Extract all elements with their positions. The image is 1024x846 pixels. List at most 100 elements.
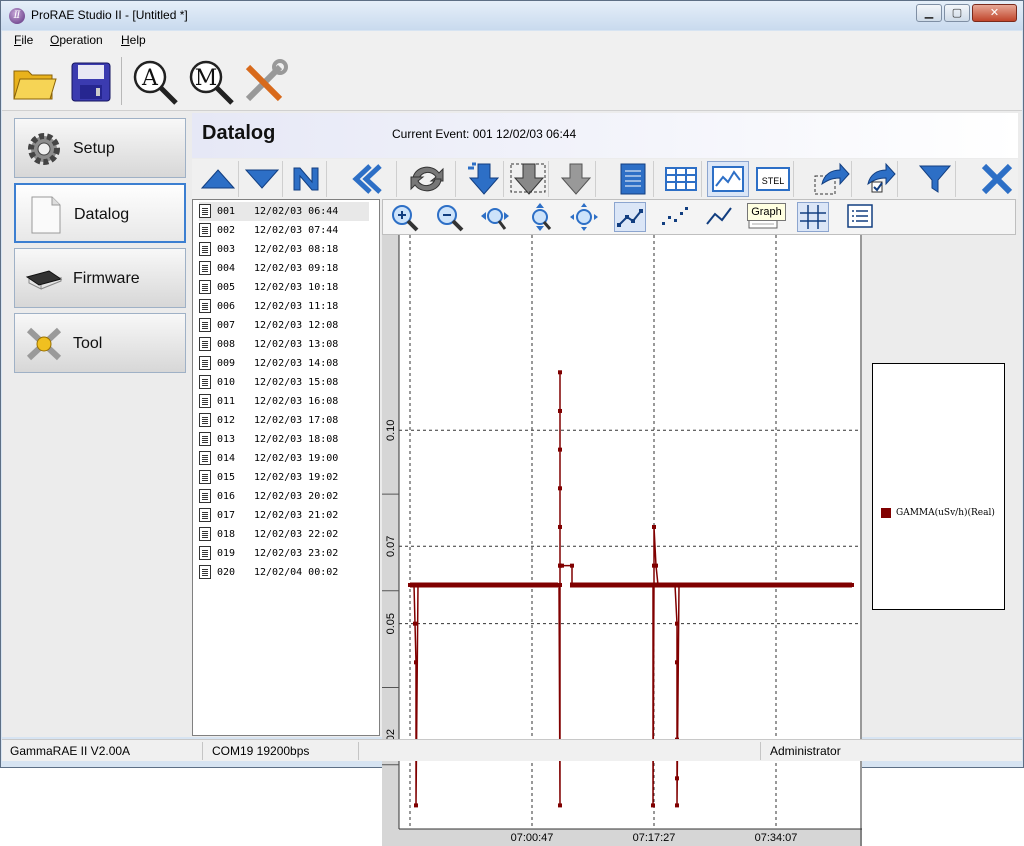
gear-icon xyxy=(23,129,65,169)
gamma-point xyxy=(558,486,562,491)
event-row[interactable]: 019 12/02/03 23:02 xyxy=(199,544,369,563)
event-datetime: 12/02/03 15:08 xyxy=(254,377,339,388)
event-number: 019 xyxy=(217,548,236,559)
event-row[interactable]: 015 12/02/03 19:02 xyxy=(199,468,369,487)
event-datetime: 12/02/03 19:02 xyxy=(254,472,339,483)
arrow-down-icon[interactable] xyxy=(241,161,283,197)
event-number: 010 xyxy=(217,377,236,388)
nav-tool-button[interactable]: Tool xyxy=(14,313,186,373)
event-row[interactable]: 004 12/02/03 09:18 xyxy=(199,259,369,278)
tools-icon[interactable] xyxy=(240,57,290,107)
event-row[interactable]: 018 12/02/03 22:02 xyxy=(199,525,369,544)
gamma-point xyxy=(408,582,412,587)
event-row[interactable]: 003 12/02/03 08:18 xyxy=(199,240,369,259)
event-number: 016 xyxy=(217,491,236,502)
y-tick-label: 0.10 xyxy=(385,420,397,441)
download-dashed-icon[interactable] xyxy=(507,161,549,197)
app-window: Ⅱ ProRAE Studio II - [Untitled *] ▁ ▢ ✕ … xyxy=(0,0,1024,846)
document-view-icon[interactable] xyxy=(612,161,654,197)
event-list[interactable]: 001 12/02/03 06:44 002 12/02/03 07:44 003 12/… xyxy=(192,199,380,736)
current-event-label: Current Event: 001 12/02/03 06:44 xyxy=(392,127,577,141)
save-disk-icon[interactable] xyxy=(66,57,116,107)
event-row[interactable]: 009 12/02/03 14:08 xyxy=(199,354,369,373)
event-doc-icon xyxy=(199,356,211,370)
event-datetime: 12/02/03 21:02 xyxy=(254,510,339,521)
double-chevron-left-icon[interactable] xyxy=(339,161,397,197)
event-datetime: 12/02/03 22:02 xyxy=(254,529,339,540)
gamma-point xyxy=(558,524,562,529)
event-row[interactable]: 013 12/02/03 18:08 xyxy=(199,430,369,449)
event-row[interactable]: 012 12/02/03 17:08 xyxy=(199,411,369,430)
event-row[interactable]: 017 12/02/03 21:02 xyxy=(199,506,369,525)
open-folder-icon[interactable] xyxy=(10,57,60,107)
nav-datalog-button[interactable]: Datalog xyxy=(14,183,186,243)
event-datetime: 12/02/03 16:08 xyxy=(254,396,339,407)
zoom-horizontal-icon[interactable] xyxy=(479,202,511,232)
close-button[interactable]: ✕ xyxy=(972,4,1017,22)
zoom-vertical-icon[interactable] xyxy=(524,202,556,232)
event-row[interactable]: 008 12/02/03 13:08 xyxy=(199,335,369,354)
stel-icon[interactable]: STEL xyxy=(752,161,794,197)
event-row[interactable]: 006 12/02/03 11:18 xyxy=(199,297,369,316)
event-row[interactable]: 014 12/02/03 19:00 xyxy=(199,449,369,468)
menu-operation[interactable]: Operation xyxy=(50,33,103,47)
line-icon[interactable] xyxy=(704,202,736,232)
event-row[interactable]: 010 12/02/03 15:08 xyxy=(199,373,369,392)
grid-icon[interactable] xyxy=(797,202,829,232)
search-a-icon[interactable]: A xyxy=(130,57,180,107)
zoom-in-icon[interactable] xyxy=(389,202,421,232)
gamma-point xyxy=(656,582,660,587)
menu-file[interactable]: File xyxy=(14,33,33,47)
event-datetime: 12/02/03 12:08 xyxy=(254,320,339,331)
zoom-out-icon[interactable] xyxy=(434,202,466,232)
nav-setup-button[interactable]: Setup xyxy=(14,118,186,178)
export-check-icon[interactable] xyxy=(856,161,898,197)
graph-tooltip: Graph xyxy=(747,203,786,221)
datalog-header: Datalog Current Event: 001 12/02/03 06:4… xyxy=(192,113,1018,158)
event-row[interactable]: 001 12/02/03 06:44 xyxy=(199,202,369,221)
menu-help[interactable]: Help xyxy=(121,33,146,47)
event-row[interactable]: 020 12/02/04 00:02 xyxy=(199,563,369,582)
close-x-icon[interactable] xyxy=(976,161,1018,197)
list-icon[interactable] xyxy=(845,202,877,232)
prorae-icon[interactable]: Ⅱ xyxy=(9,8,25,24)
gamma-point xyxy=(560,563,564,568)
event-row[interactable]: 011 12/02/03 16:08 xyxy=(199,392,369,411)
menu-bar: File Operation Help xyxy=(2,31,1022,51)
table-view-icon[interactable] xyxy=(660,161,702,197)
x-tick-label: 07:00:47 xyxy=(511,832,554,844)
line-markers-icon[interactable] xyxy=(614,202,646,232)
export-icon[interactable] xyxy=(810,161,852,197)
nav-firmware-button[interactable]: Firmware xyxy=(14,248,186,308)
event-row[interactable]: 005 12/02/03 10:18 xyxy=(199,278,369,297)
arrow-up-icon[interactable] xyxy=(197,161,239,197)
graph-view-icon[interactable] xyxy=(707,161,749,197)
status-bar: GammaRAE II V2.00A COM19 19200bps Admini… xyxy=(2,739,1022,761)
download-stack-icon[interactable] xyxy=(462,161,504,197)
event-row[interactable]: 016 12/02/03 20:02 xyxy=(199,487,369,506)
event-doc-icon xyxy=(199,223,211,237)
n-icon[interactable] xyxy=(285,161,327,197)
event-number: 007 xyxy=(217,320,236,331)
event-row[interactable]: 002 12/02/03 07:44 xyxy=(199,221,369,240)
title-bar[interactable]: Ⅱ ProRAE Studio II - [Untitled *] ▁ ▢ ✕ xyxy=(1,1,1023,30)
maximize-button[interactable]: ▢ xyxy=(944,4,970,22)
event-number: 011 xyxy=(217,396,236,407)
event-row[interactable]: 007 12/02/03 12:08 xyxy=(199,316,369,335)
download-icon[interactable] xyxy=(554,161,596,197)
zoom-fit-icon[interactable] xyxy=(569,202,601,232)
search-m-icon[interactable]: M xyxy=(186,57,236,107)
event-doc-icon xyxy=(199,470,211,484)
scatter-icon[interactable] xyxy=(659,202,691,232)
minimize-button[interactable]: ▁ xyxy=(916,4,942,22)
nav-tool-label: Tool xyxy=(73,335,103,352)
refresh-icon[interactable] xyxy=(398,161,456,197)
gamma-point xyxy=(850,582,854,587)
filter-icon[interactable] xyxy=(914,161,956,197)
event-datetime: 12/02/03 07:44 xyxy=(254,225,339,236)
gamma-point xyxy=(675,776,679,781)
event-number: 004 xyxy=(217,263,236,274)
nav-setup-label: Setup xyxy=(73,140,115,157)
event-number: 009 xyxy=(217,358,236,369)
gamma-point xyxy=(675,621,679,626)
